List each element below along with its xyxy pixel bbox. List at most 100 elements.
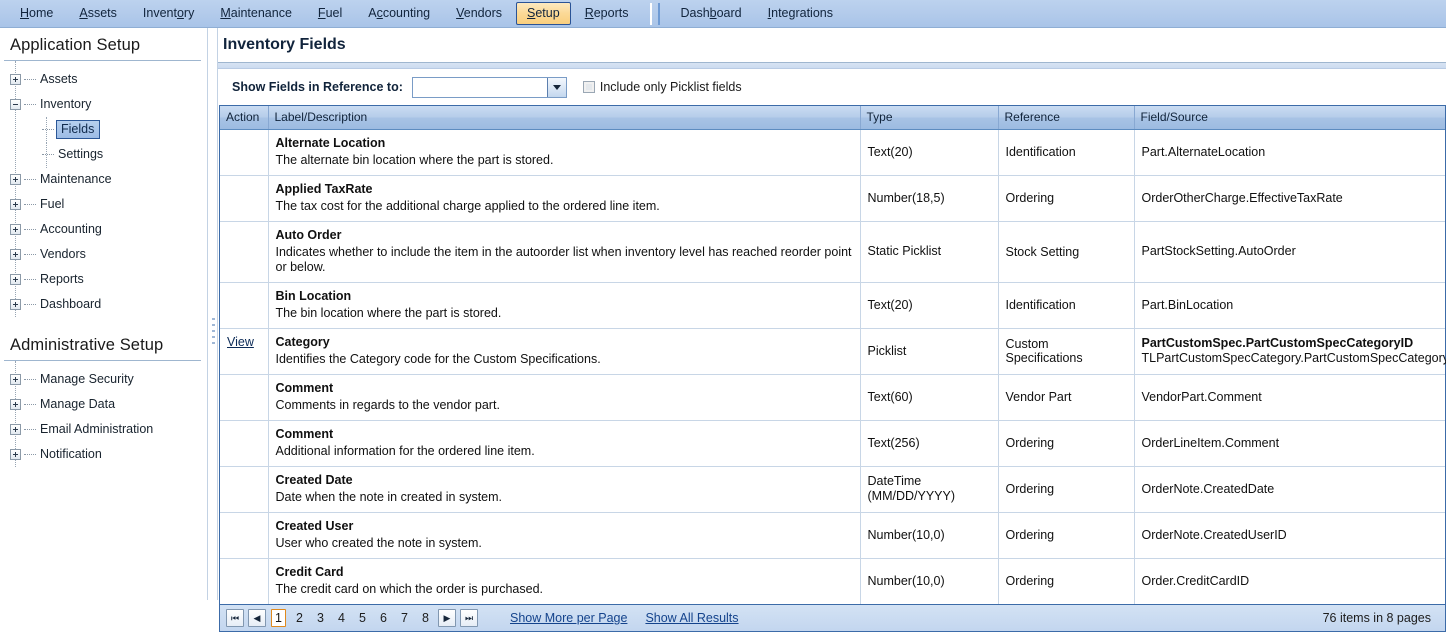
row-reference-cell: Identification [998, 282, 1135, 329]
table-row[interactable]: View Category Identifies the Category code… [220, 328, 1446, 375]
pager-page-5[interactable]: 5 [355, 609, 370, 627]
show-all-results-link[interactable]: Show All Results [645, 611, 738, 625]
row-field-source-cell: OrderLineItem.Comment [1134, 420, 1445, 467]
sidebar-item-fuel[interactable]: Fuel [10, 192, 207, 217]
menu-item-home[interactable]: Home [8, 1, 65, 26]
sidebar-item-maintenance[interactable]: Maintenance [10, 167, 207, 192]
row-type-cell: Number(10,0) [860, 512, 999, 559]
sidebar-section-title-application-setup: Application Setup [4, 28, 201, 61]
reference-filter-dropdown[interactable] [411, 76, 567, 98]
sidebar-item-reports[interactable]: Reports [10, 267, 207, 292]
expand-plus-icon[interactable] [10, 274, 21, 285]
row-label-description-cell: Comment Additional information for the or… [268, 420, 861, 467]
row-type-cell: Text(60) [860, 374, 999, 421]
field-description: Date when the note in created in system. [275, 490, 503, 504]
pager-item-count: 76 items in 8 pages [1322, 611, 1431, 625]
table-row[interactable]: Auto Order Indicates whether to include t… [220, 221, 1445, 283]
menu-item-integrations[interactable]: Integrations [756, 1, 845, 26]
menu-item-inventory[interactable]: Inventory [131, 1, 206, 26]
grid-column-header-action[interactable]: Action [220, 106, 269, 130]
expand-plus-icon[interactable] [10, 449, 21, 460]
pager-page-3[interactable]: 3 [313, 609, 328, 627]
sidebar-item-inventory[interactable]: Inventory [10, 92, 207, 117]
expand-plus-icon[interactable] [10, 174, 21, 185]
reference-filter-value [413, 78, 547, 97]
sidebar-item-fields[interactable]: Fields [10, 117, 207, 143]
pager-last-button[interactable]: ⏭ [460, 609, 478, 627]
sidebar-item-label: Fields [56, 120, 101, 139]
field-label: Alternate Location [275, 136, 386, 150]
menu-separator-blue [658, 2, 661, 25]
menu-item-fuel[interactable]: Fuel [306, 1, 354, 26]
picklist-only-checkbox-wrapper[interactable]: Include only Picklist fields [582, 80, 742, 94]
sidebar-item-manage-data[interactable]: Manage Data [10, 392, 207, 417]
pager-page-7[interactable]: 7 [397, 609, 412, 627]
sidebar-item-vendors[interactable]: Vendors [10, 242, 207, 267]
show-more-per-page-link[interactable]: Show More per Page [510, 611, 627, 625]
expand-plus-icon[interactable] [10, 74, 21, 85]
expand-plus-icon[interactable] [10, 224, 21, 235]
row-type-cell: Number(18,5) [860, 175, 999, 222]
expand-plus-icon[interactable] [10, 374, 21, 385]
sidebar-tree-administrative-setup: Manage Security Manage Data Email Administ… [0, 361, 207, 467]
picklist-only-checkbox[interactable] [582, 81, 595, 93]
sidebar-item-manage-security[interactable]: Manage Security [10, 367, 207, 392]
view-link[interactable]: View [227, 335, 254, 349]
row-action-cell [220, 175, 269, 222]
pager-prev-button[interactable]: ◀ [248, 609, 266, 627]
sidebar-item-label: Vendors [40, 247, 86, 261]
expand-plus-icon[interactable] [10, 399, 21, 410]
row-field-source-cell: PartStockSetting.AutoOrder [1134, 221, 1445, 283]
pager-page-2[interactable]: 2 [292, 609, 307, 627]
menu-item-accounting[interactable]: Accounting [356, 1, 442, 26]
table-row[interactable]: Comment Additional information for the or… [220, 420, 1445, 467]
sidebar-item-label: Manage Data [40, 397, 116, 411]
sidebar-item-dashboard[interactable]: Dashboard [10, 292, 207, 317]
pager-next-button[interactable]: ▶ [438, 609, 456, 627]
grid-column-header-label-description[interactable]: Label/Description [268, 106, 861, 130]
table-row[interactable]: Created User User who created the note in… [220, 512, 1445, 559]
panel-splitter[interactable] [207, 28, 218, 600]
grid-column-header-field-source[interactable]: Field/Source [1134, 106, 1445, 130]
table-row[interactable]: Created Date Date when the note in create… [220, 466, 1445, 513]
pager-page-1[interactable]: 1 [271, 609, 286, 627]
table-row[interactable]: Comment Comments in regards to the vendor… [220, 374, 1445, 421]
grid-column-header-type[interactable]: Type [860, 106, 999, 130]
pager-first-button[interactable]: ⏮ [226, 609, 244, 627]
pager-page-8[interactable]: 8 [418, 609, 433, 627]
menu-item-setup[interactable]: Setup [516, 2, 571, 25]
sidebar-item-label: Dashboard [40, 297, 102, 311]
table-row[interactable]: Alternate Location The alternate bin loca… [220, 129, 1445, 176]
expand-plus-icon[interactable] [10, 299, 21, 310]
sidebar-item-accounting[interactable]: Accounting [10, 217, 207, 242]
field-description: The credit card on which the order is pu… [275, 582, 544, 596]
menu-item-dashboard[interactable]: Dashboard [668, 1, 753, 26]
sidebar-item-email-administration[interactable]: Email Administration [10, 417, 207, 442]
splitter-grip-icon[interactable] [212, 318, 215, 350]
pager-page-6[interactable]: 6 [376, 609, 391, 627]
table-row[interactable]: Applied TaxRate The tax cost for the addi… [220, 175, 1445, 222]
menu-item-reports[interactable]: Reports [573, 1, 641, 26]
page-header: Inventory Fields [218, 28, 1446, 63]
pager-page-4[interactable]: 4 [334, 609, 349, 627]
expand-plus-icon[interactable] [10, 424, 21, 435]
menu-item-vendors[interactable]: Vendors [444, 1, 514, 26]
menu-item-maintenance[interactable]: Maintenance [208, 1, 304, 26]
sidebar-item-notification[interactable]: Notification [10, 442, 207, 467]
menu-item-assets[interactable]: Assets [67, 1, 129, 26]
field-type-line: Number(10,0) [867, 527, 945, 542]
expand-plus-icon[interactable] [10, 249, 21, 260]
grid-column-header-reference[interactable]: Reference [998, 106, 1135, 130]
sidebar-item-settings[interactable]: Settings [10, 142, 207, 168]
field-type-line: Text(20) [867, 297, 913, 312]
field-type-line: Static Picklist [867, 244, 942, 258]
chevron-down-icon[interactable] [546, 77, 566, 97]
expand-plus-icon[interactable] [10, 199, 21, 210]
row-label-description-cell: Created User User who created the note in… [268, 512, 861, 559]
row-field-source-cell: Part.AlternateLocation [1134, 129, 1445, 176]
collapse-minus-icon[interactable] [10, 99, 21, 110]
sidebar-item-assets[interactable]: Assets [10, 67, 207, 92]
field-label: Credit Card [275, 565, 344, 579]
table-row[interactable]: Credit Card The credit card on which the … [220, 558, 1445, 604]
table-row[interactable]: Bin Location The bin location where the p… [220, 282, 1445, 329]
